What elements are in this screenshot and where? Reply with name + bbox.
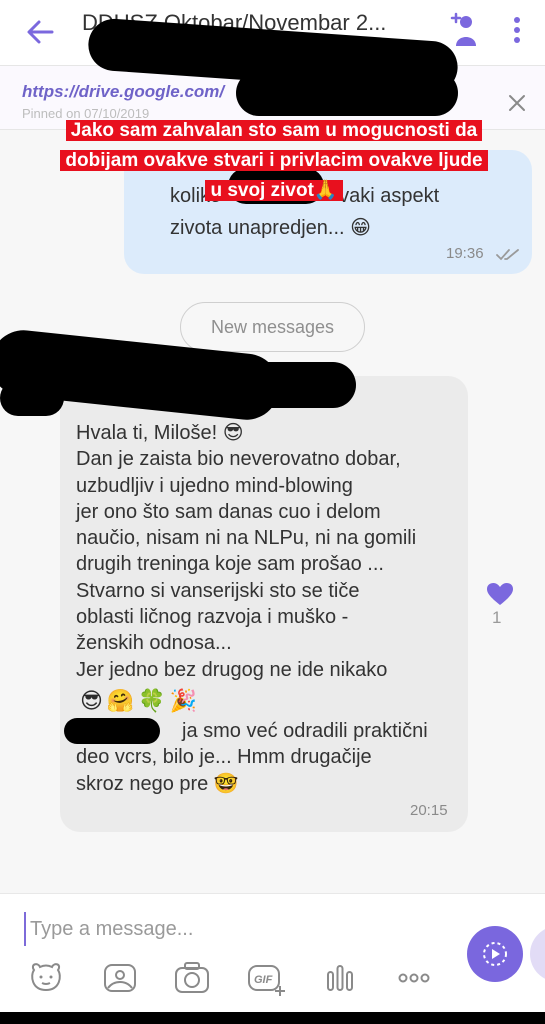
close-icon[interactable] — [506, 92, 528, 114]
gallery-icon[interactable] — [100, 958, 140, 998]
incoming-message-text: Hvala ti, Miloše! 😎 Dan je zaista bio ne… — [76, 422, 417, 681]
incoming-line-tail: ja smo već odradili praktični — [182, 720, 428, 742]
caption-line2: dobijam ovakve stvari i privlacim ovakve… — [60, 150, 488, 171]
kebab-menu-icon[interactable] — [508, 14, 526, 46]
send-video-button[interactable] — [467, 926, 523, 982]
incoming-line4: skroz nego pre 🤓 — [76, 772, 239, 795]
system-nav-bar — [0, 1012, 545, 1024]
redaction-mark — [236, 70, 458, 116]
svg-text:GIF: GIF — [254, 974, 273, 986]
back-arrow-icon[interactable] — [22, 14, 58, 50]
pinned-link[interactable]: https://drive.google.com/ — [22, 82, 224, 102]
message-timestamp: 20:15 — [410, 802, 448, 819]
emoji-row: 😎🤗🍀🎉 — [80, 688, 202, 713]
add-member-icon[interactable] — [448, 12, 480, 46]
camera-icon[interactable] — [172, 958, 212, 998]
redaction-mark — [160, 362, 356, 408]
message-timestamp: 19:36 — [446, 245, 484, 262]
sticker-icon[interactable] — [26, 958, 66, 998]
like-count: 1 — [492, 608, 502, 627]
outgoing-line2: zivota unapredjen... 😁 — [170, 217, 371, 239]
double-check-icon — [496, 249, 519, 261]
new-messages-divider: New messages — [180, 302, 365, 352]
heart-icon[interactable] — [486, 582, 514, 606]
incoming-line3: deo vcrs, bilo je... Hmm drugačije — [76, 746, 372, 769]
redaction-mark — [0, 380, 64, 416]
redaction-mark — [64, 718, 160, 744]
caption-line1: Jako sam zahvalan sto sam u mogucnosti d… — [65, 120, 483, 141]
send-video-icon — [483, 942, 507, 966]
message-input[interactable] — [24, 912, 444, 946]
caption-line3: u svoj zivot🙏 — [205, 180, 343, 201]
gif-icon[interactable]: GIF — [246, 958, 286, 998]
voice-icon[interactable] — [320, 958, 360, 998]
more-icon[interactable] — [394, 958, 434, 998]
overlay-caption: Jako sam zahvalan sto sam u mogucnosti d… — [36, 116, 512, 206]
